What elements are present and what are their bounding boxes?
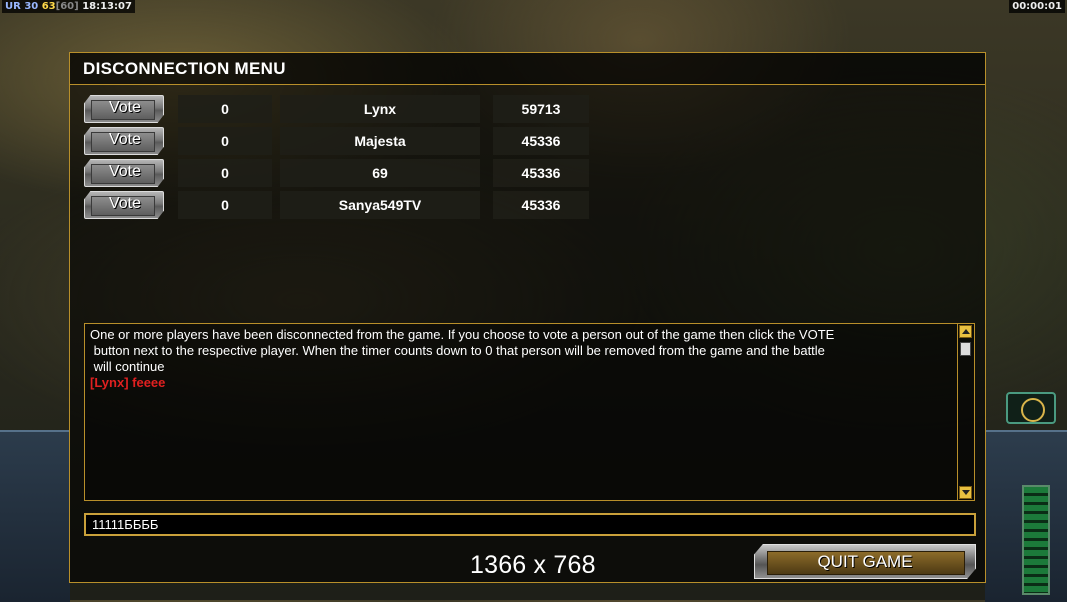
vote-count: 0	[178, 191, 272, 219]
radar-icon[interactable]	[1006, 392, 1056, 424]
disconnection-dialog: DISCONNECTION MENU Vote 0 Lynx 59713 Vot…	[69, 52, 986, 583]
chat-input[interactable]	[84, 513, 976, 536]
vote-count: 0	[178, 127, 272, 155]
scroll-thumb[interactable]	[960, 342, 971, 356]
player-name: Sanya549TV	[280, 191, 480, 219]
scroll-up-icon[interactable]	[959, 325, 972, 338]
quit-game-label: QUIT GAME	[817, 552, 913, 571]
vote-button[interactable]: Vote	[84, 159, 164, 187]
dialog-title-bar: DISCONNECTION MENU	[70, 53, 985, 85]
message-text: One or more players have been disconnect…	[90, 327, 950, 391]
vote-button[interactable]: Vote	[84, 95, 164, 123]
player-timer: 45336	[493, 191, 589, 219]
message-log[interactable]: One or more players have been disconnect…	[84, 323, 975, 501]
vote-button-label: Vote	[108, 99, 142, 116]
vote-button[interactable]: Vote	[84, 127, 164, 155]
system-message-line: button next to the respective player. Wh…	[90, 343, 825, 358]
scroll-down-icon[interactable]	[959, 486, 972, 499]
resolution-label: 1366 x 768	[470, 551, 596, 579]
vote-button-label: Vote	[108, 131, 142, 148]
power-meter	[1022, 485, 1050, 595]
dialog-title: DISCONNECTION MENU	[83, 59, 286, 78]
hud-left-panel	[0, 430, 70, 602]
player-name: Majesta	[280, 127, 480, 155]
message-scrollbar[interactable]	[957, 324, 974, 500]
fps-cap: [60]	[55, 1, 79, 12]
player-timer: 59713	[493, 95, 589, 123]
game-timer: 00:00:01	[1009, 0, 1065, 13]
quit-game-button[interactable]: QUIT GAME	[754, 544, 976, 579]
player-name: Lynx	[280, 95, 480, 123]
fps-value: 63	[41, 1, 56, 12]
player-timer: 45336	[493, 127, 589, 155]
vote-button-label: Vote	[108, 195, 142, 212]
vote-count: 0	[178, 159, 272, 187]
ur-value: 30	[24, 1, 39, 12]
vote-count: 0	[178, 95, 272, 123]
perf-overlay: UR 30 63[60] 18:13:07	[2, 0, 135, 13]
system-message-line: will continue	[90, 359, 165, 374]
ur-label: UR	[5, 1, 21, 12]
chat-message: [Lynx] feeee	[90, 375, 166, 390]
system-clock: 18:13:07	[82, 1, 132, 12]
system-message-line: One or more players have been disconnect…	[90, 327, 835, 342]
player-name: 69	[280, 159, 480, 187]
vote-button-label: Vote	[108, 163, 142, 180]
player-timer: 45336	[493, 159, 589, 187]
vote-button[interactable]: Vote	[84, 191, 164, 219]
